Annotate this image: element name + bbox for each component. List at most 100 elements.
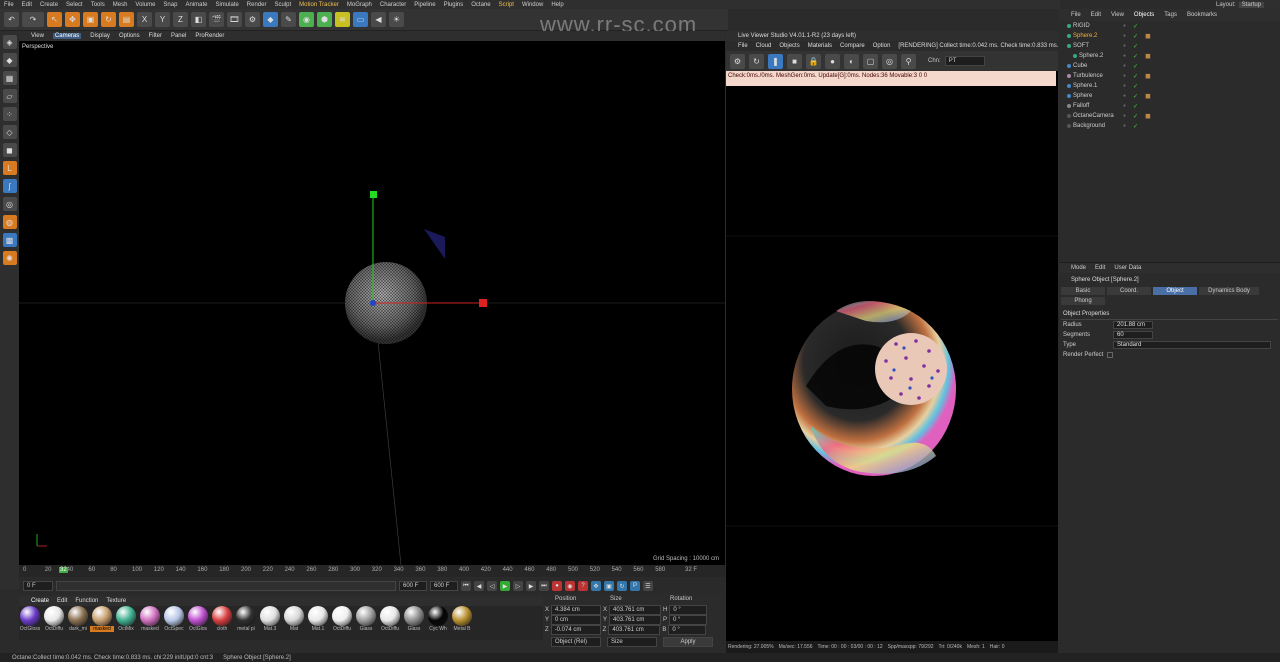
object-row[interactable]: Sphere ● ✓ ◼ (1059, 91, 1280, 101)
enable-check-icon[interactable]: ✓ (1133, 103, 1138, 110)
menu-item-edit[interactable]: Edit (22, 2, 32, 8)
current-frame-field[interactable]: 32 F (685, 567, 697, 573)
lock-icon[interactable]: 🔒 (806, 53, 821, 69)
prev-key-icon[interactable]: ◀ (474, 581, 484, 591)
object-row[interactable]: Background ● ✓ (1059, 121, 1280, 131)
object-row[interactable]: SOFT ● ✓ (1059, 41, 1280, 51)
enable-check-icon[interactable]: ✓ (1133, 73, 1138, 80)
coord-size-dropdown[interactable]: Size (607, 637, 657, 647)
grid-icon[interactable]: ▩ (2, 233, 17, 247)
coord-mode-dropdown[interactable]: Object (Rel) (551, 637, 601, 647)
visibility-toggle-icon[interactable]: ● (1123, 113, 1126, 119)
play-icon[interactable]: ▶ (500, 581, 510, 591)
render-settings-icon[interactable]: ⚙ (245, 12, 260, 27)
x-axis-handle-tip[interactable] (479, 299, 487, 307)
live-viewer-menu-item[interactable]: Objects (779, 43, 799, 49)
live-viewer-menu-item[interactable]: File (738, 43, 748, 49)
material-item[interactable]: Cyc Wh (427, 606, 449, 640)
material-tab-texture[interactable]: Texture (106, 598, 126, 604)
material-item[interactable]: masked (90, 606, 114, 640)
start-frame-field[interactable]: 0 F (23, 581, 53, 591)
perspective-viewport[interactable]: View Cameras Display Options Filter Panel ProR… (19, 31, 725, 565)
am-button-phong[interactable]: Phong (1061, 297, 1105, 305)
am-button-object[interactable]: Object (1153, 287, 1197, 295)
enable-check-icon[interactable]: ✓ (1133, 83, 1138, 90)
enable-check-icon[interactable]: ✓ (1133, 43, 1138, 50)
current-frame-marker[interactable]: 32 (59, 567, 68, 573)
om-tab-bookmarks[interactable]: Bookmarks (1187, 12, 1217, 18)
object-row[interactable]: OctaneCamera ● ✓ ◼ (1059, 111, 1280, 121)
object-row[interactable]: Turbulence ● ✓ ◼ (1059, 71, 1280, 81)
cloner-icon[interactable]: ⬢ (317, 12, 332, 27)
scale-icon[interactable]: ▣ (83, 12, 98, 27)
menu-item-tools[interactable]: Tools (91, 2, 105, 8)
menu-item-file[interactable]: File (4, 2, 14, 8)
coord-position-field[interactable]: 0 cm (551, 615, 602, 625)
am-tab-user-data[interactable]: User Data (1114, 265, 1141, 271)
viewport-menu-view[interactable]: View (31, 33, 44, 39)
object-row[interactable]: Sphere.2 ● ✓ ◼ (1059, 51, 1280, 61)
pause-render-icon[interactable]: ❚ (768, 53, 783, 69)
visibility-toggle-icon[interactable]: ● (1123, 63, 1126, 69)
object-row[interactable]: RIGID ● ✓ (1059, 21, 1280, 31)
goto-end-icon[interactable]: ⏭ (539, 581, 549, 591)
object-tag-icon[interactable]: ◼ (1145, 72, 1151, 80)
object-row[interactable]: Sphere.2 ● ✓ ◼ (1059, 31, 1280, 41)
undo-icon[interactable]: ↶ (4, 12, 19, 27)
object-tag-icon[interactable]: ◼ (1145, 52, 1151, 60)
y-axis-handle-tip[interactable] (370, 191, 377, 198)
property-value-field[interactable]: Standard (1113, 341, 1271, 349)
coord-size-field[interactable]: 403.761 cm (608, 625, 661, 635)
tweak-icon[interactable]: ʃ (2, 179, 17, 193)
om-tab-view[interactable]: View (1111, 12, 1124, 18)
live-viewer-menu-item[interactable]: [RENDERING] Collect time:0.042 ms. Check… (898, 43, 1058, 49)
render-perfect-checkbox[interactable] (1107, 352, 1113, 358)
object-row[interactable]: Falloff ● ✓ (1059, 101, 1280, 111)
coord-position-field[interactable]: 4.384 cm (551, 605, 602, 615)
material-item[interactable]: Mat.3 (259, 606, 281, 640)
record-icon[interactable]: ● (552, 581, 562, 591)
enable-check-icon[interactable]: ✓ (1133, 63, 1138, 70)
recent-tools-icon[interactable]: ▤ (119, 12, 134, 27)
material-item[interactable]: OctGloss (19, 606, 41, 640)
polygons-mode-icon[interactable]: ◼ (2, 143, 17, 157)
solo-icon[interactable]: ✺ (2, 251, 17, 265)
pin-icon[interactable]: ⚲ (901, 53, 916, 69)
live-selection-icon[interactable]: ↖ (47, 12, 62, 27)
layout-dropdown[interactable]: Startup (1238, 1, 1265, 8)
menu-item-help[interactable]: Help (551, 2, 563, 8)
channel-dropdown[interactable]: PT (944, 56, 985, 66)
deformer-icon[interactable]: ≋ (335, 12, 350, 27)
material-item[interactable]: masked (139, 606, 161, 640)
viewport-menu-options[interactable]: Options (119, 33, 140, 39)
pen-icon[interactable]: ✎ (281, 12, 296, 27)
menu-item-volume[interactable]: Volume (135, 2, 155, 8)
object-row[interactable]: Cube ● ✓ (1059, 61, 1280, 71)
viewport-menu-prorender[interactable]: ProRender (195, 33, 224, 39)
live-viewer-menu-item[interactable]: Cloud (756, 43, 772, 49)
make-editable-icon[interactable]: ◈ (2, 35, 17, 49)
end-frame-field[interactable]: 600 F (399, 581, 427, 591)
material-item[interactable]: Glass (355, 606, 377, 640)
coord-rotation-field[interactable]: 0 ° (668, 625, 707, 635)
object-tag-icon[interactable]: ◼ (1145, 92, 1151, 100)
material-tab-create[interactable]: Create (31, 598, 49, 604)
region-render-icon[interactable]: ▢ (863, 53, 878, 69)
material-ball-icon[interactable]: ● (825, 53, 840, 69)
menu-item-animate[interactable]: Animate (185, 2, 207, 8)
om-tab-tags[interactable]: Tags (1164, 12, 1177, 18)
visibility-toggle-icon[interactable]: ● (1123, 103, 1126, 109)
menu-item-select[interactable]: Select (66, 2, 83, 8)
enable-check-icon[interactable]: ✓ (1133, 93, 1138, 100)
am-tab-mode[interactable]: Mode (1071, 265, 1086, 271)
menu-item-sculpt[interactable]: Sculpt (274, 2, 291, 8)
menu-item-script[interactable]: Script (499, 2, 514, 8)
settings-icon[interactable]: ⚙ (730, 53, 745, 69)
next-key-icon[interactable]: ▶ (526, 581, 536, 591)
lock-workplane-icon[interactable]: ◍ (2, 215, 17, 229)
render-view-icon[interactable]: 🎬 (209, 12, 224, 27)
material-item[interactable]: Mat (283, 606, 305, 640)
axis-mode-icon[interactable]: L (2, 161, 17, 175)
frame-range-slider[interactable] (56, 581, 396, 591)
timeline-ruler[interactable]: 0 20 40 60 80 100 120 140 160 180 200 220 240 260 280 3… (19, 565, 725, 577)
